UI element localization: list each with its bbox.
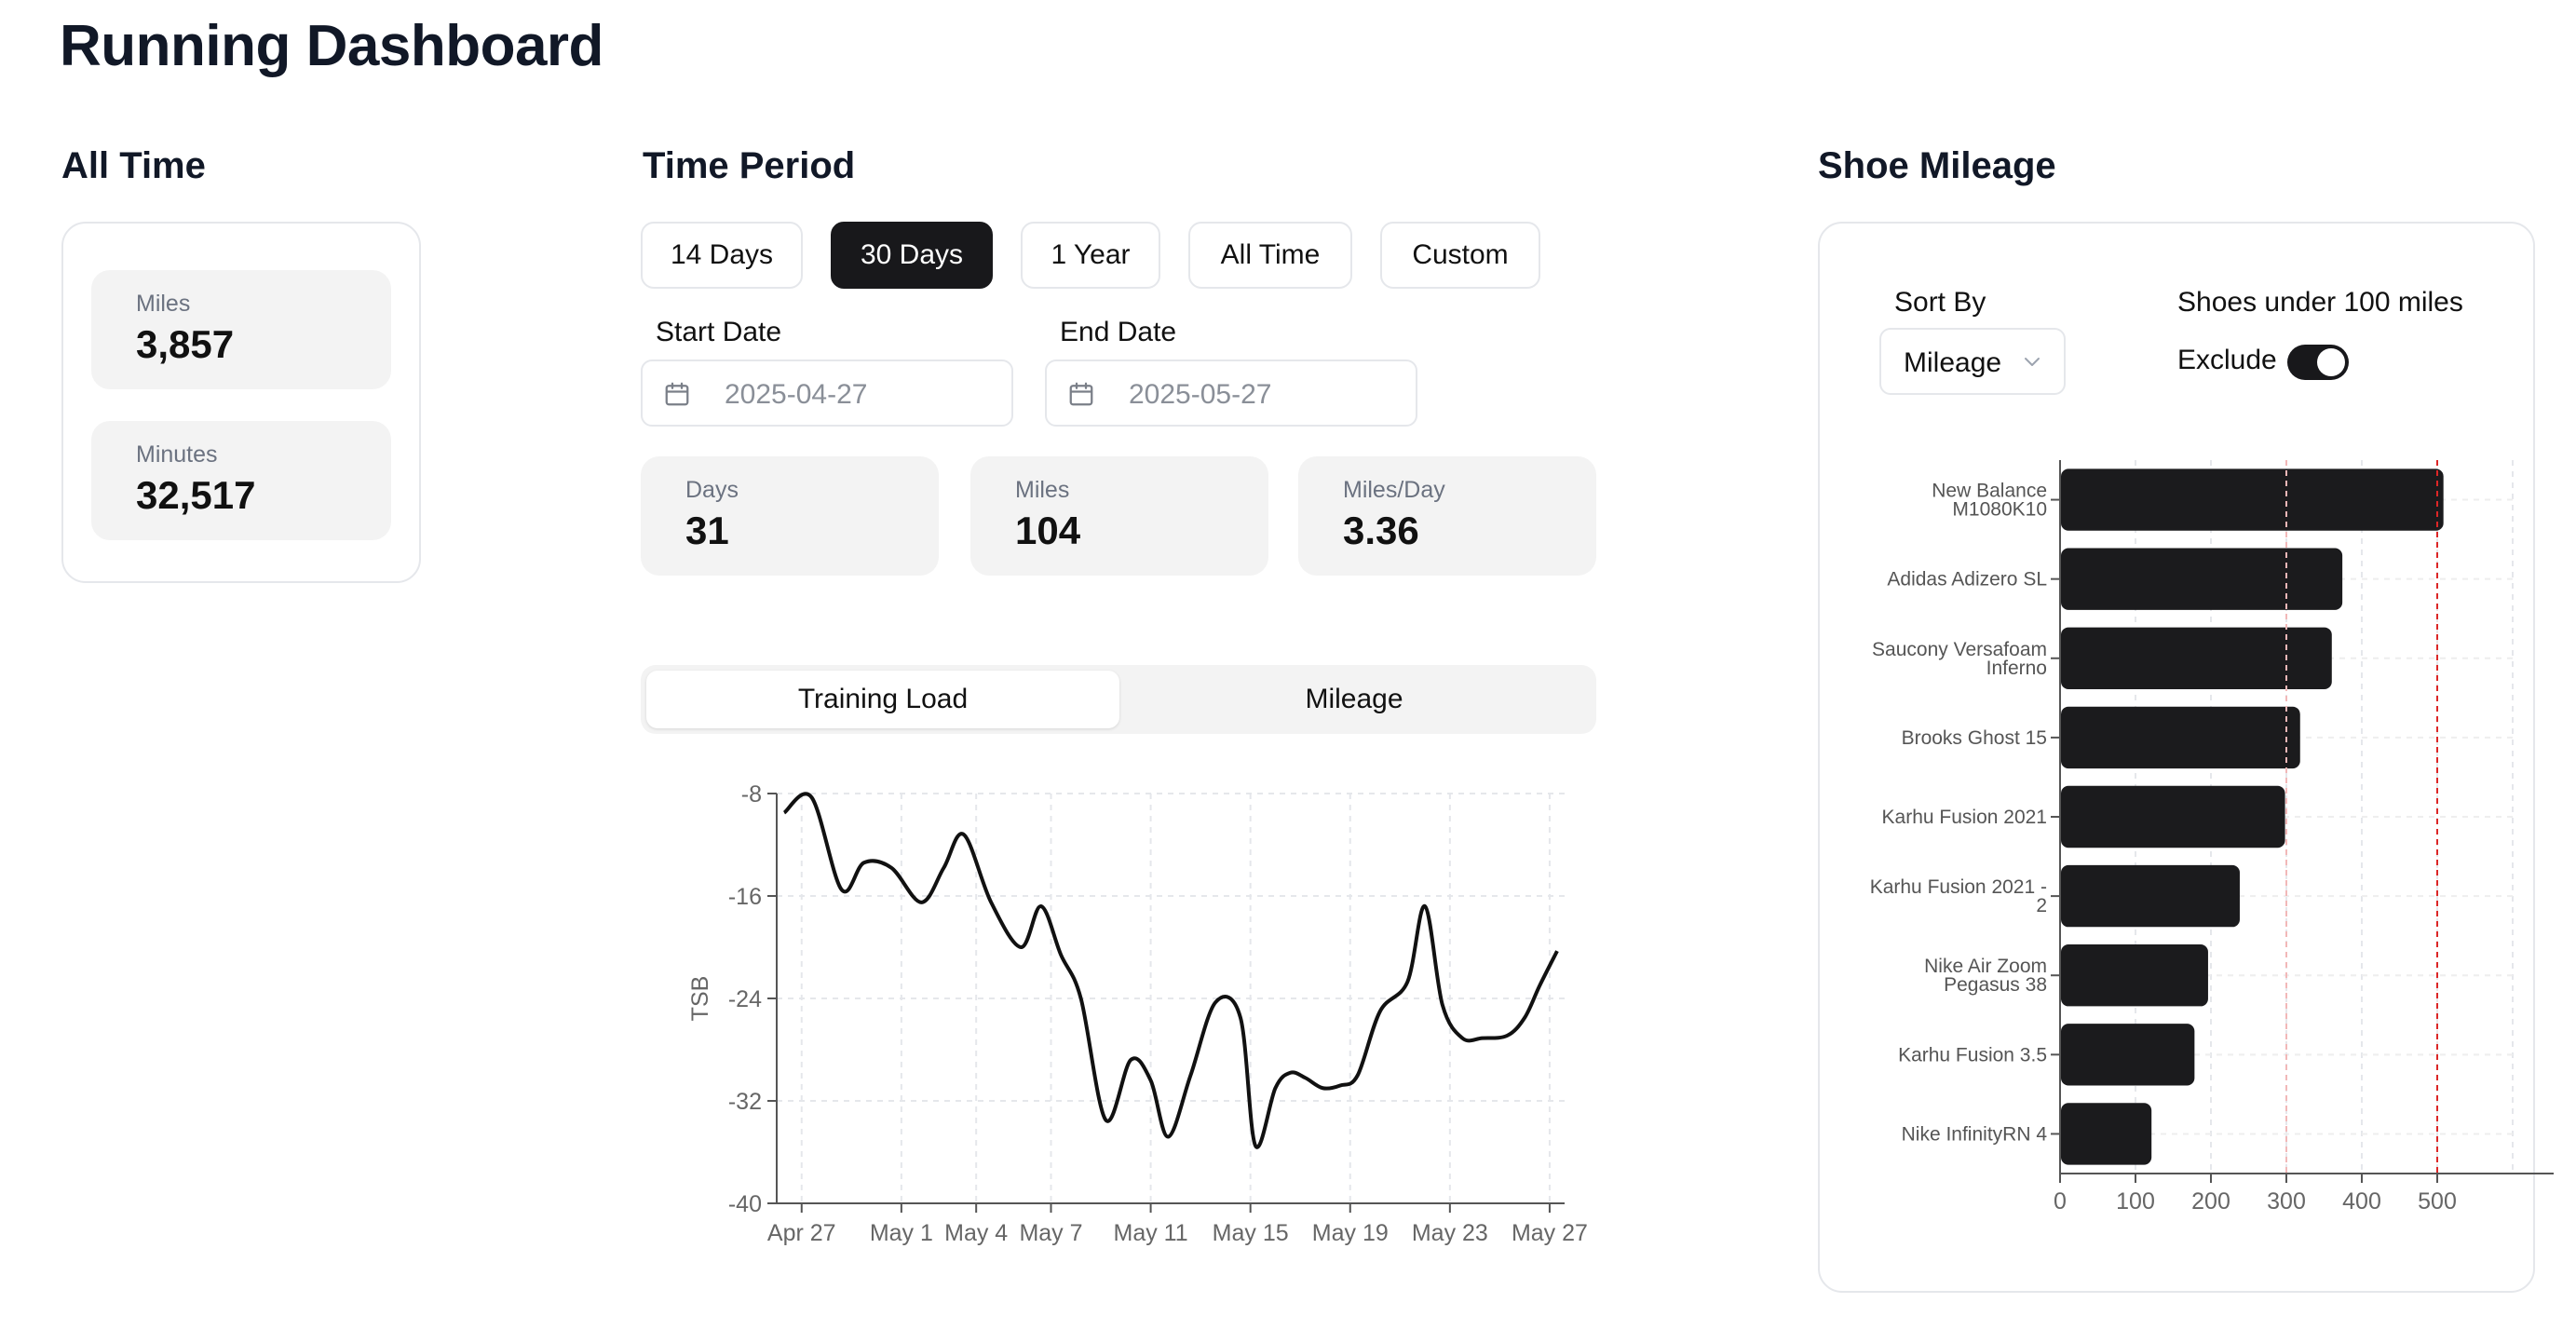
shoe-bar [2061, 706, 2300, 769]
shoe-mileage-chart: New Balance M1080K10 Adidas Adizero SL Sauc… [1870, 460, 2554, 1215]
shoe-bar [2061, 1103, 2152, 1165]
shoe-bar [2061, 944, 2208, 1007]
shoe-label: Brooks Ghost 15 [1902, 727, 2047, 749]
shoe-label: Karhu Fusion 2021 [1882, 807, 2047, 828]
shoe-bar [2061, 1024, 2195, 1086]
shoe-bar [2061, 785, 2285, 848]
shoe-label: Karhu Fusion 2021 -2 [1870, 876, 2047, 916]
shoe-bar [2061, 627, 2332, 689]
shoe-bar [2061, 548, 2343, 610]
shoe-label: Karhu Fusion 3.5 [1898, 1044, 2047, 1065]
shoe-label: New Balance M1080K10 [1932, 481, 2047, 521]
x-tick-label: 100 [2116, 1188, 2155, 1215]
shoe-label: Nike Air Zoom Pegasus 38 [1924, 956, 2047, 996]
x-tick-label: 400 [2342, 1188, 2381, 1215]
shoe-label: Saucony Versafoam Inferno [1872, 639, 2047, 679]
x-tick-label: 200 [2191, 1188, 2230, 1215]
shoe-label: Adidas Adizero SL [1887, 569, 2047, 590]
x-tick-label: 0 [2054, 1188, 2067, 1215]
shoe-bar [2061, 864, 2240, 928]
shoe-label: Nike InfinityRN 4 [1902, 1123, 2048, 1145]
x-tick-label: 300 [2267, 1188, 2306, 1215]
shoe-bar [2061, 468, 2444, 531]
x-tick-label: 500 [2418, 1188, 2457, 1215]
